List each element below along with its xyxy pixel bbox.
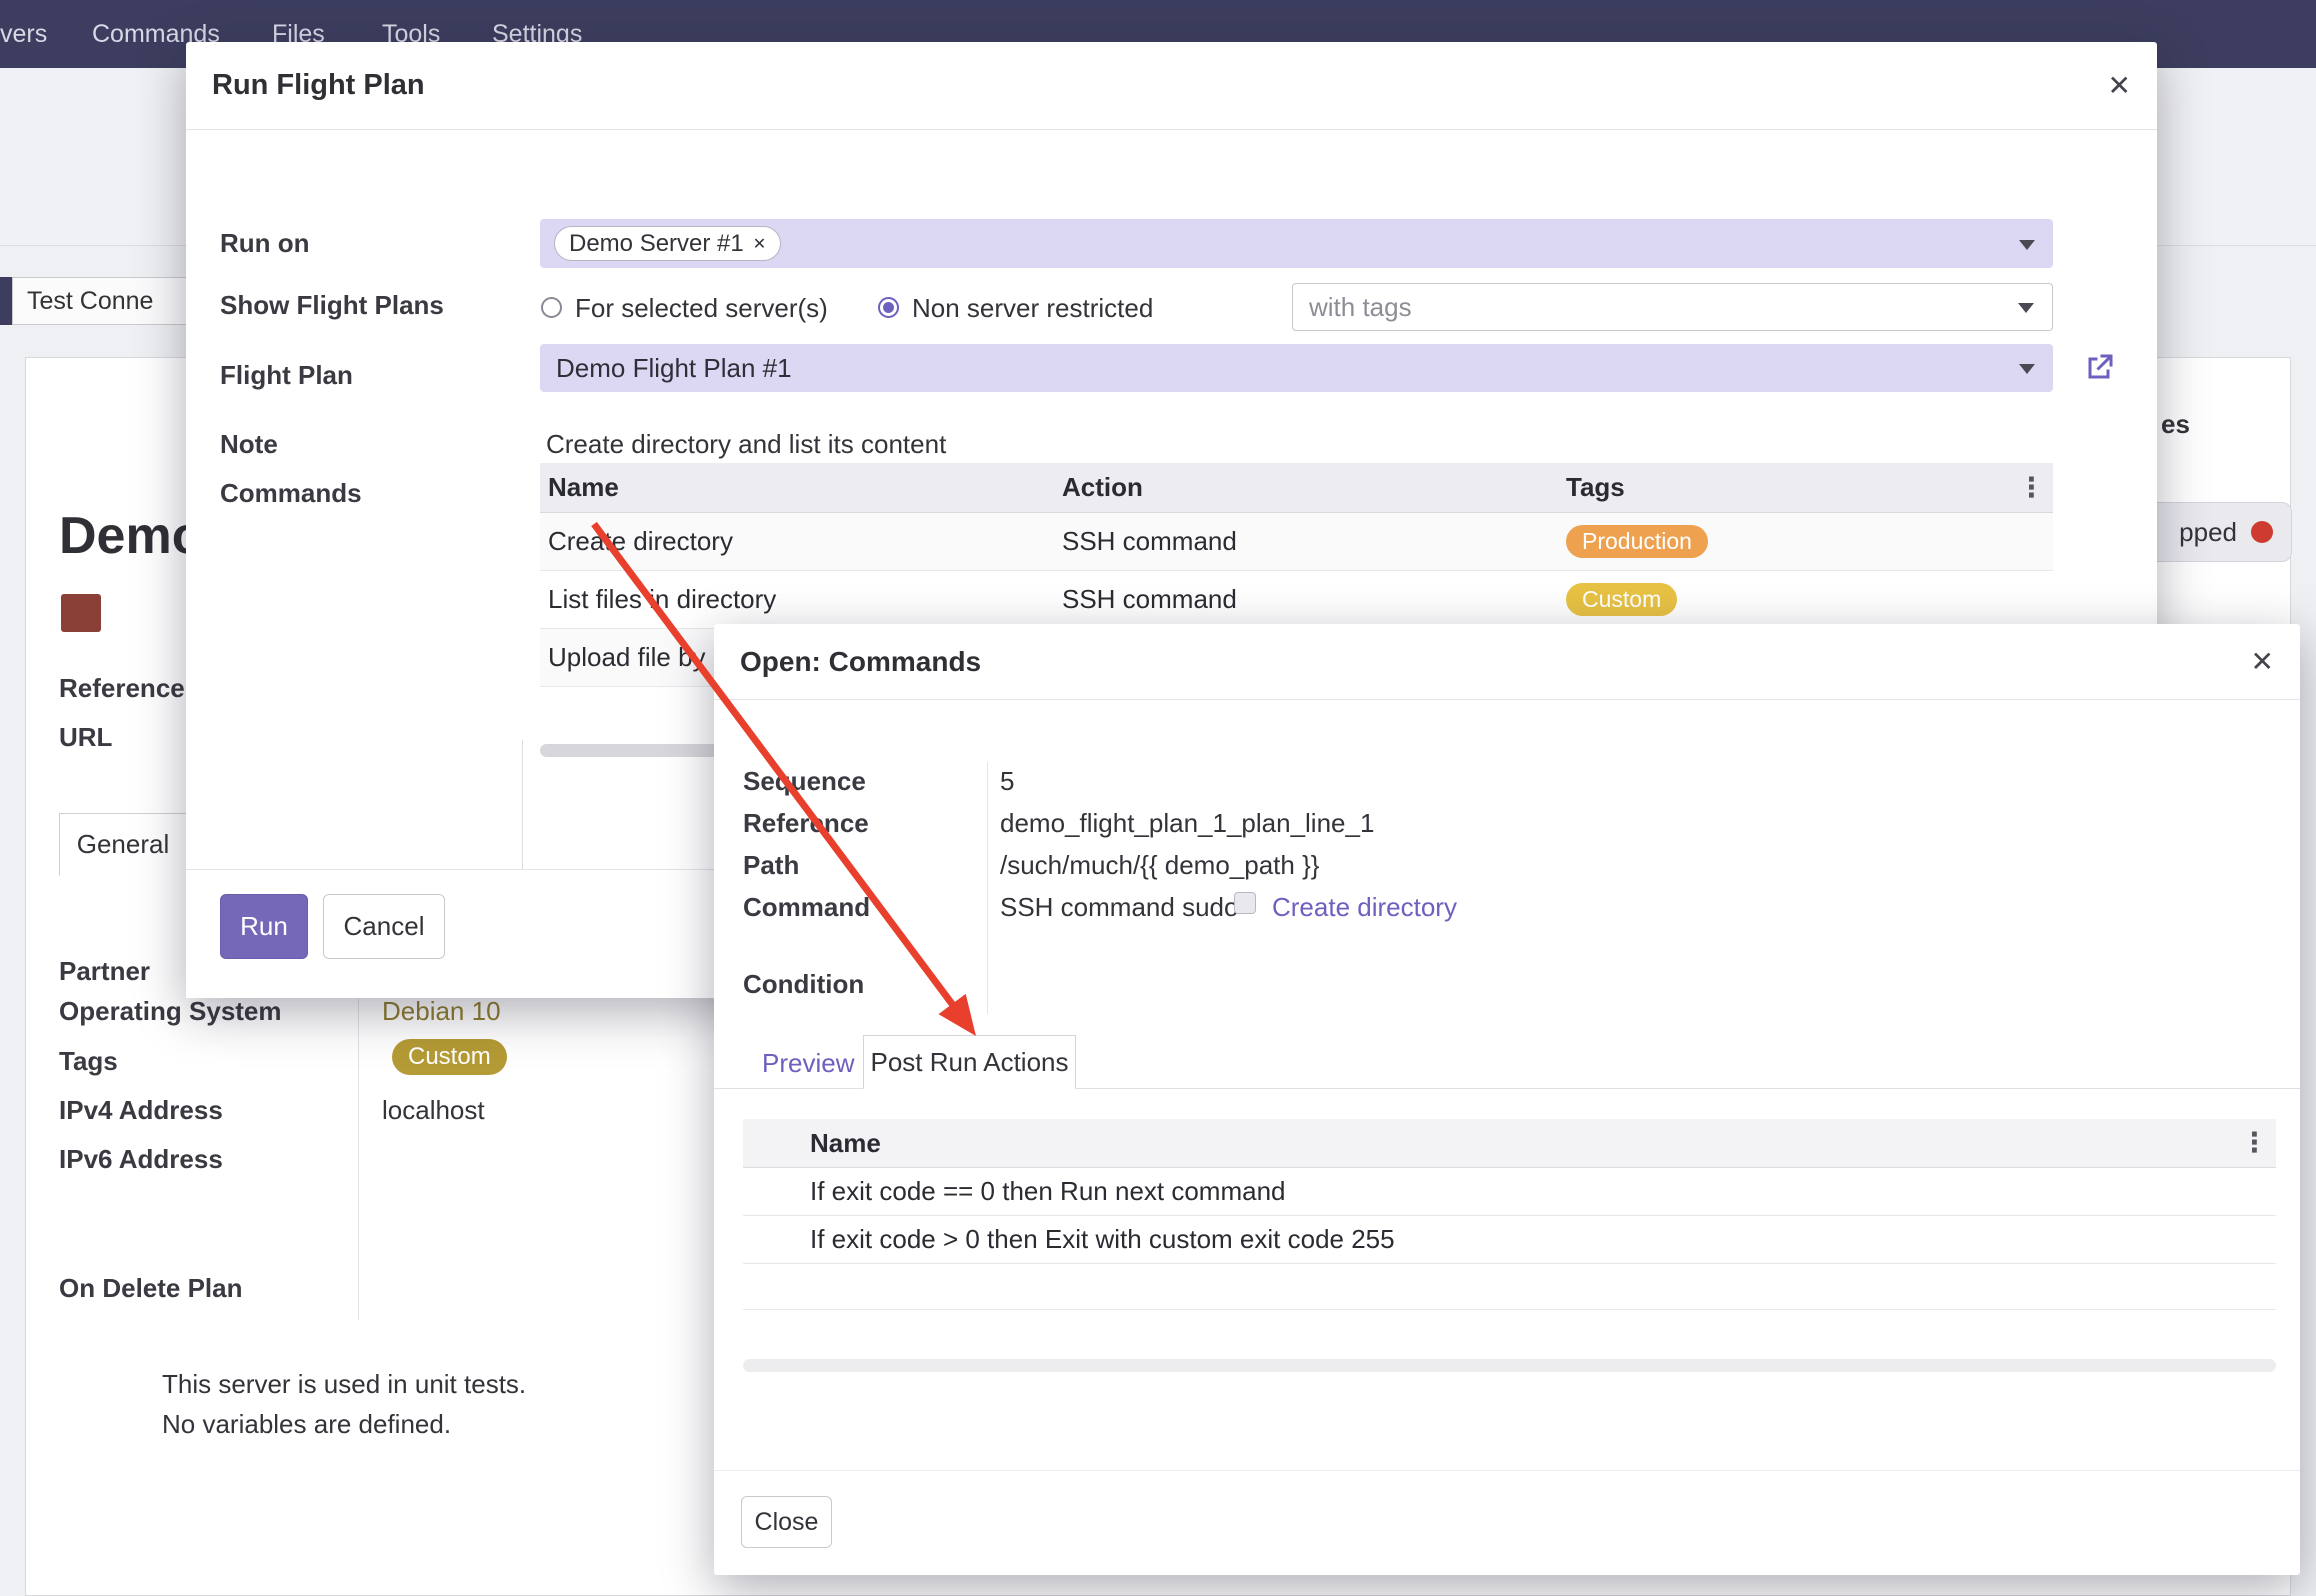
col-action: Action xyxy=(1054,472,1558,503)
condition-label: Condition xyxy=(743,969,864,1000)
radio-non-server-restricted-label[interactable]: Non server restricted xyxy=(912,293,1153,324)
post-run-table-header: Name ⋮ xyxy=(743,1119,2276,1168)
tag-badge-custom: Custom xyxy=(1566,583,1677,616)
flight-plan-label: Flight Plan xyxy=(220,360,353,391)
operating-system-label: Operating System xyxy=(59,996,282,1027)
open-modal-title: Open: Commands xyxy=(740,646,981,678)
radio-for-selected-servers[interactable] xyxy=(541,297,562,318)
open-commands-modal: Open: Commands ✕ Sequence 5 Reference de… xyxy=(714,624,2300,1575)
commands-table-header: Name Action Tags ⋮ xyxy=(540,463,2053,513)
status-badge-text: pped xyxy=(2179,517,2237,548)
server-title: Demo xyxy=(59,506,203,566)
commands-label: Commands xyxy=(220,478,362,509)
flight-plan-value: Demo Flight Plan #1 xyxy=(556,353,792,384)
external-link-icon[interactable] xyxy=(2081,350,2117,386)
path-label: Path xyxy=(743,850,799,881)
post-run-actions-table: Name ⋮ If exit code == 0 then Run next c… xyxy=(743,1119,2276,1310)
col-tags: Tags xyxy=(1558,472,2053,503)
radio-non-server-restricted[interactable] xyxy=(878,297,899,318)
run-on-tags-field[interactable]: Demo Server #1 ✕ xyxy=(540,219,2053,268)
label-divider-line xyxy=(987,762,988,1014)
run-modal-title: Run Flight Plan xyxy=(212,69,425,102)
chevron-down-icon xyxy=(2019,364,2035,374)
ipv6-label: IPv6 Address xyxy=(59,1144,223,1175)
tag-badge-custom: Custom xyxy=(392,1039,507,1075)
col-name: Name xyxy=(802,1128,2230,1159)
horizontal-scrollbar-track[interactable] xyxy=(743,1359,2276,1372)
test-connection-button[interactable]: Test Conne xyxy=(12,277,188,325)
note-label: Note xyxy=(220,429,278,460)
url-label: URL xyxy=(59,722,112,753)
chevron-down-icon xyxy=(2019,240,2035,250)
screen: vers Commands Files Tools Settings Test … xyxy=(0,0,2316,1596)
sequence-label: Sequence xyxy=(743,766,866,797)
chip-remove-icon[interactable]: ✕ xyxy=(753,234,766,254)
with-tags-select[interactable]: with tags xyxy=(1292,283,2053,331)
col-name: Name xyxy=(540,472,1054,503)
unit-tests-note-line1: This server is used in unit tests. xyxy=(162,1369,526,1400)
command-label: Command xyxy=(743,892,870,923)
run-on-label: Run on xyxy=(220,228,310,259)
open-modal-header: Open: Commands ✕ xyxy=(714,624,2300,700)
server-chip-label: Demo Server #1 xyxy=(569,230,744,258)
create-directory-link[interactable]: Create directory xyxy=(1272,892,1457,923)
table-row[interactable]: List files in directory SSH command Cust… xyxy=(540,571,2053,629)
row-action: SSH command xyxy=(1054,526,1558,557)
status-red-dot-icon xyxy=(2251,521,2273,543)
field-divider-line xyxy=(358,952,359,1320)
reference-label: Reference xyxy=(59,673,185,704)
tab-general[interactable]: General xyxy=(59,813,187,876)
row-name: List files in directory xyxy=(540,584,1054,615)
color-swatch xyxy=(61,594,101,632)
table-row[interactable]: Create directory SSH command Production xyxy=(540,513,2053,571)
operating-system-value: Debian 10 xyxy=(382,996,501,1027)
command-value: SSH command sudo xyxy=(1000,892,1238,923)
note-value: Create directory and list its content xyxy=(546,429,946,460)
table-row[interactable]: If exit code == 0 then Run next command xyxy=(743,1168,2276,1216)
row-action: SSH command xyxy=(1054,584,1558,615)
reference-label: Reference xyxy=(743,808,869,839)
flight-plan-select[interactable]: Demo Flight Plan #1 xyxy=(540,344,2053,392)
unit-tests-note-line2: No variables are defined. xyxy=(162,1409,451,1440)
kebab-menu-icon[interactable]: ⋮ xyxy=(2018,472,2045,503)
table-row[interactable]: If exit code > 0 then Exit with custom e… xyxy=(743,1216,2276,1264)
table-row-empty xyxy=(743,1264,2276,1310)
partner-label: Partner xyxy=(59,956,150,987)
row-name: If exit code > 0 then Exit with custom e… xyxy=(802,1224,2230,1255)
ipv4-value: localhost xyxy=(382,1095,485,1126)
chevron-down-icon xyxy=(2018,303,2034,313)
radio-for-selected-servers-label[interactable]: For selected server(s) xyxy=(575,293,828,324)
close-button[interactable]: Close xyxy=(741,1496,832,1548)
run-modal-header: Run Flight Plan ✕ xyxy=(186,42,2157,130)
tag-badge-production: Production xyxy=(1566,525,1708,558)
primary-button-fragment[interactable] xyxy=(0,277,12,325)
row-name: If exit code == 0 then Run next command xyxy=(802,1176,2230,1207)
sequence-value: 5 xyxy=(1000,766,1014,797)
cancel-button[interactable]: Cancel xyxy=(323,894,445,959)
table-edge-line xyxy=(522,740,523,870)
reference-value: demo_flight_plan_1_plan_line_1 xyxy=(1000,808,1374,839)
path-value: /such/much/{{ demo_path }} xyxy=(1000,850,1319,881)
kebab-menu-icon[interactable]: ⋮ xyxy=(2241,1128,2268,1159)
sudo-checkbox[interactable] xyxy=(1234,892,1256,914)
with-tags-placeholder: with tags xyxy=(1309,292,1412,323)
show-flight-plans-label: Show Flight Plans xyxy=(220,290,444,321)
tab-preview[interactable]: Preview xyxy=(762,1048,854,1079)
run-button[interactable]: Run xyxy=(220,894,308,959)
row-name: Create directory xyxy=(540,526,1054,557)
server-chip[interactable]: Demo Server #1 ✕ xyxy=(554,226,781,261)
truncated-text-fragment: es xyxy=(2161,409,2190,440)
on-delete-plan-label: On Delete Plan xyxy=(59,1273,243,1304)
tags-label: Tags xyxy=(59,1046,118,1077)
open-modal-close-icon[interactable]: ✕ xyxy=(2251,645,2274,678)
ipv4-label: IPv4 Address xyxy=(59,1095,223,1126)
run-modal-close-icon[interactable]: ✕ xyxy=(2108,69,2131,102)
tab-post-run-actions[interactable]: Post Run Actions xyxy=(863,1035,1076,1089)
footer-divider-line xyxy=(714,1470,2300,1471)
